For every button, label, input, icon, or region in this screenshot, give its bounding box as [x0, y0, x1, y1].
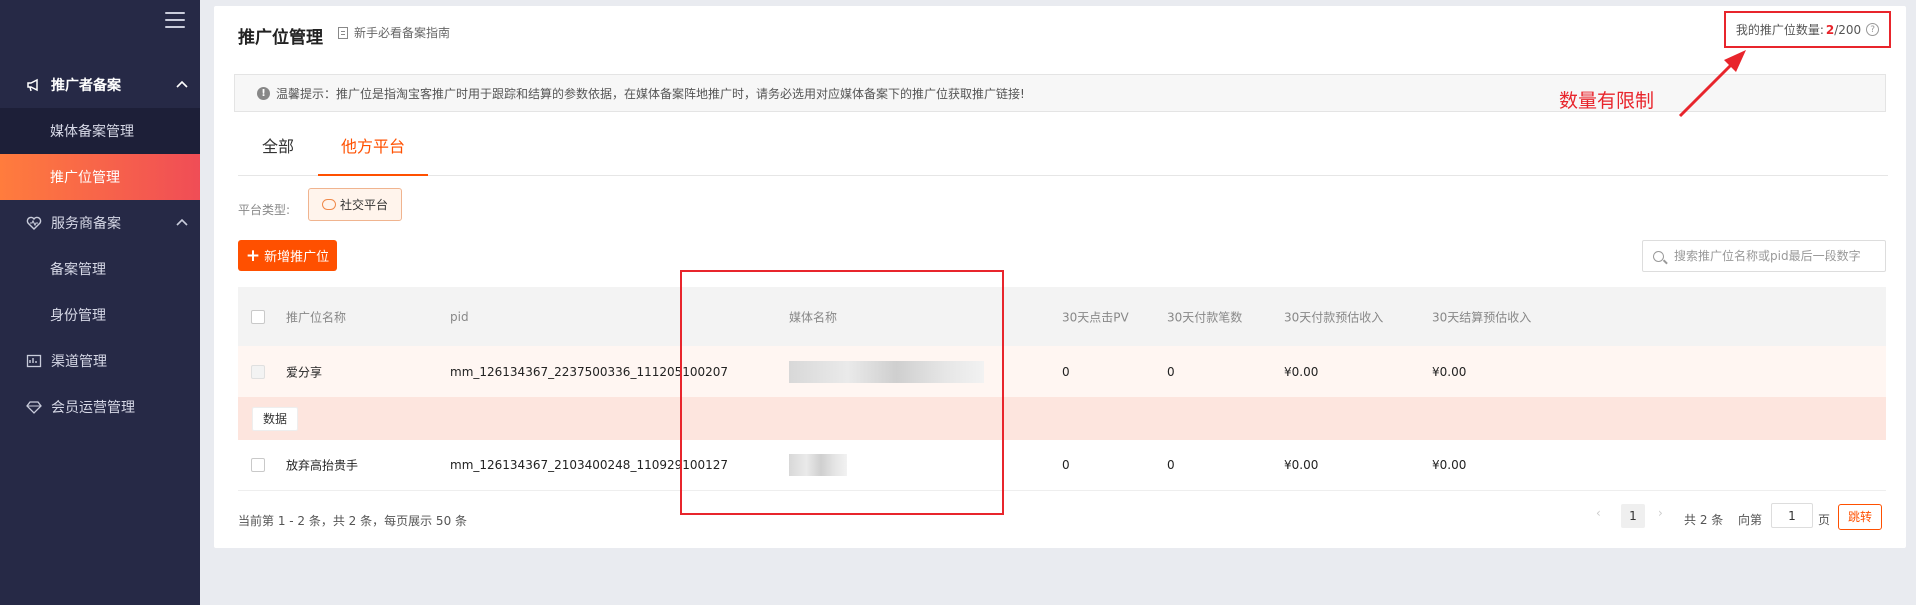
table-row[interactable]: 爱分享 mm_126134367_2237500336_111205100207…: [238, 346, 1886, 397]
data-button[interactable]: 数据: [252, 407, 299, 431]
nav-group-provider-filing[interactable]: 服务商备案: [0, 201, 200, 245]
nav-item-adzone-management[interactable]: 推广位管理: [0, 154, 200, 200]
blurred-media-name: [789, 360, 984, 383]
adzone-pid: mm_126134367_2237500336_111205100207: [450, 364, 729, 379]
settle-income: ¥0.00: [1432, 364, 1467, 379]
nav-item-label: 身份管理: [50, 308, 106, 324]
adzone-quota: 我的推广位数量: 2 /200 ?: [1724, 11, 1891, 48]
goto-label: 向第: [1738, 513, 1763, 527]
page-unit-label: 页: [1818, 513, 1831, 527]
table-row[interactable]: 放弃高抬贵手 mm_126134367_2103400248_110929100…: [238, 440, 1886, 491]
pagination-total: 共 2 条: [1684, 513, 1724, 527]
nav-group-label: 服务商备案: [51, 216, 121, 232]
nav-item-identity-management[interactable]: 身份管理: [0, 292, 200, 338]
column-header-name: 推广位名称: [286, 310, 347, 324]
quota-used: 2: [1825, 22, 1835, 37]
pay-income: ¥0.00: [1284, 458, 1319, 472]
notice-text: 温馨提示：推广位是指淘宝客推广时用于跟踪和结算的参数依据，在媒体备案阵地推广时，…: [276, 86, 1025, 101]
main-card: 推广位管理 新手必看备案指南 我的推广位数量: 2 /200 ? ! 温馨提示：…: [214, 6, 1906, 548]
row-checkbox[interactable]: [251, 458, 265, 472]
tab-bar: 全部 他方平台: [238, 126, 1888, 176]
guide-link[interactable]: 新手必看备案指南: [338, 24, 450, 41]
click-pv: 0: [1062, 458, 1070, 472]
column-header-pid: pid: [450, 309, 469, 324]
help-icon[interactable]: ?: [1866, 23, 1880, 36]
table-header: 推广位名称 pid 媒体名称 30天点击PV 30天付款笔数 30天付款预估收入…: [238, 287, 1886, 346]
next-page-icon[interactable]: ›: [1658, 506, 1663, 520]
click-pv: 0: [1062, 364, 1070, 379]
jump-button[interactable]: 跳转: [1838, 504, 1882, 530]
nav-group-channel-management[interactable]: 渠道管理: [0, 339, 200, 383]
tab-all[interactable]: 全部: [262, 126, 294, 176]
platform-type-label: 平台类型:: [238, 203, 291, 217]
adzone-name: 爱分享: [286, 365, 323, 379]
channel-icon: [26, 353, 42, 369]
sidebar: 推广者备案 媒体备案管理 推广位管理 服务商备案 备案管理 身份管理 渠道管理 …: [0, 0, 200, 605]
search-icon: [1653, 250, 1664, 262]
chat-bubble-icon: [321, 199, 336, 210]
nav-group-member-operations[interactable]: 会员运营管理: [0, 385, 200, 429]
annotation-text: 数量有限制: [1559, 90, 1655, 112]
nav-item-media-filing[interactable]: 媒体备案管理: [0, 108, 200, 154]
column-header-orders: 30天付款笔数: [1167, 310, 1243, 324]
column-header-settle-income: 30天结算预估收入: [1432, 310, 1532, 324]
column-header-media: 媒体名称: [789, 310, 838, 324]
platform-chip-social[interactable]: 社交平台: [308, 188, 402, 221]
pay-income: ¥0.00: [1284, 364, 1319, 379]
nav-group-label: 推广者备案: [51, 78, 121, 94]
annotation-arrow-icon: [1678, 50, 1746, 118]
tab-other-platform[interactable]: 他方平台: [318, 126, 428, 176]
menu-toggle-icon[interactable]: [165, 12, 185, 28]
quota-label: 我的推广位数量:: [1735, 23, 1824, 37]
column-header-pv: 30天点击PV: [1062, 310, 1129, 324]
diamond-icon: [26, 399, 42, 415]
nav-item-filing-management[interactable]: 备案管理: [0, 246, 200, 292]
column-header-pay-income: 30天付款预估收入: [1284, 310, 1384, 324]
megaphone-icon: [26, 77, 42, 93]
nav-group-label: 渠道管理: [51, 354, 107, 370]
nav-item-label: 媒体备案管理: [50, 124, 134, 140]
pagination-summary: 当前第 1 - 2 条，共 2 条，每页展示 50 条: [238, 514, 468, 528]
order-count: 0: [1167, 364, 1175, 379]
nav-group-label: 会员运营管理: [51, 400, 135, 416]
adzone-pid: mm_126134367_2103400248_110929100127: [450, 458, 729, 472]
goto-page-input[interactable]: [1771, 503, 1813, 528]
quota-total: /200: [1834, 22, 1862, 37]
chevron-up-icon: [176, 215, 188, 229]
adzone-name: 放弃高抬贵手: [286, 458, 359, 473]
page-number-current[interactable]: 1: [1621, 504, 1645, 528]
heart-icon: [26, 215, 42, 231]
document-icon: [338, 26, 348, 39]
nav-item-label: 推广位管理: [50, 170, 120, 186]
nav-item-label: 备案管理: [50, 262, 106, 278]
search-box: [1642, 240, 1886, 272]
guide-link-label: 新手必看备案指南: [354, 26, 451, 40]
table-row-actions: 数据: [238, 397, 1886, 440]
row-checkbox[interactable]: [251, 364, 265, 379]
blurred-media-name: [789, 454, 847, 476]
order-count: 0: [1167, 458, 1175, 472]
prev-page-icon[interactable]: ‹: [1596, 506, 1601, 520]
info-icon: !: [257, 86, 270, 100]
chevron-up-icon: [176, 77, 188, 91]
page-title: 推广位管理: [238, 28, 323, 48]
chip-label: 社交平台: [339, 198, 388, 212]
add-adzone-button[interactable]: + 新增推广位: [238, 240, 337, 271]
plus-icon: +: [245, 245, 261, 266]
settle-income: ¥0.00: [1432, 458, 1467, 472]
add-adzone-label: 新增推广位: [264, 250, 330, 265]
search-input[interactable]: [1674, 249, 1874, 263]
select-all-checkbox[interactable]: [251, 309, 265, 324]
nav-group-promoter-filing[interactable]: 推广者备案: [0, 63, 200, 107]
